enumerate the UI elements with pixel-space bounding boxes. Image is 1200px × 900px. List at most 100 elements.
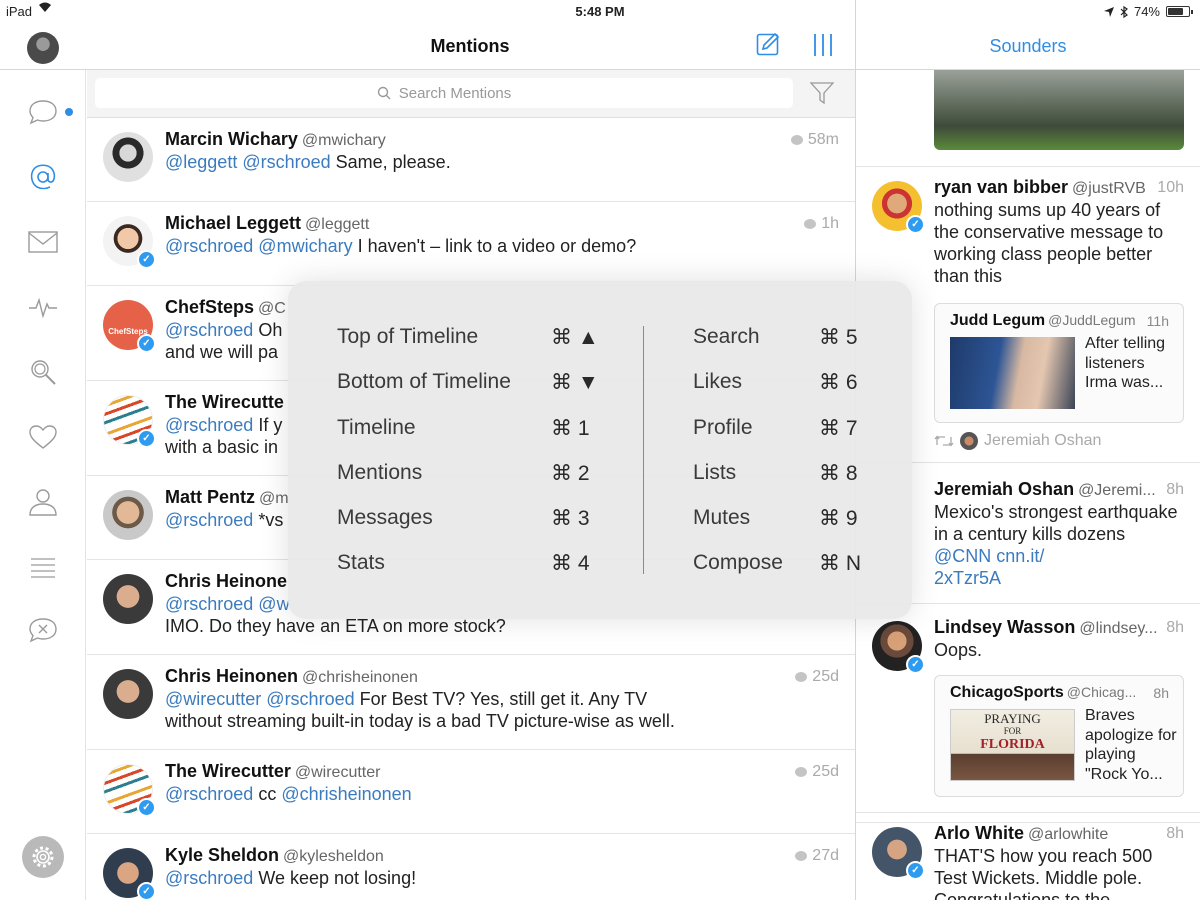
shortcut-label: Mutes — [693, 506, 751, 530]
quoted-time: 11h — [1146, 313, 1169, 329]
sidebar-item-likes[interactable] — [28, 422, 58, 452]
author-name[interactable]: ryan van bibber — [934, 177, 1068, 197]
shortcut-key: ⌘ 4 — [551, 552, 590, 576]
shortcut-row: Compose ⌘ N — [693, 551, 873, 596]
sidebar-item-lists[interactable] — [28, 552, 58, 582]
tweet-time: 8h — [1166, 481, 1184, 498]
speech-bubble-icon — [29, 100, 57, 125]
verified-badge-icon: ✓ — [906, 655, 925, 674]
tweet-time: 10h — [1157, 179, 1184, 196]
quoted-tweet[interactable]: Judd Legum @JuddLegum 11h After telling l… — [934, 303, 1184, 423]
shortcut-row: Bottom of Timeline ⌘ ▼ — [337, 370, 607, 415]
media-thumbnail[interactable] — [934, 70, 1184, 150]
shortcut-label: Lists — [693, 460, 737, 484]
compose-icon[interactable] — [756, 32, 780, 56]
shortcut-key: ⌘ 7 — [819, 416, 858, 440]
quoted-media[interactable]: PRAYING FOR FLORIDA — [950, 709, 1075, 781]
author-name[interactable]: Lindsey Wasson — [934, 617, 1075, 637]
shortcut-label: Likes — [693, 370, 743, 394]
author-name[interactable]: Michael Leggett — [165, 213, 301, 233]
tweet-time: 1h — [804, 215, 839, 233]
sidebar-item-search[interactable] — [28, 357, 58, 387]
tweet-row[interactable]: Marcin Wichary @mwichary 58m @leggett @rs… — [87, 118, 855, 202]
verified-badge-icon: ✓ — [137, 334, 156, 353]
right-column-title[interactable]: Sounders — [856, 24, 1200, 57]
shortcut-key: ⌘ N — [819, 552, 861, 576]
pulse-icon — [29, 297, 57, 319]
status-bar: iPad 5:48 PM 74% — [0, 0, 1200, 24]
shortcut-label: Compose — [693, 551, 783, 575]
battery-icon — [1166, 6, 1193, 17]
avatar[interactable] — [103, 669, 153, 719]
sidebar — [0, 70, 86, 900]
shortcut-label: Search — [693, 325, 760, 348]
author-name[interactable]: Kyle Sheldon — [165, 845, 279, 865]
verified-badge-icon: ✓ — [906, 215, 925, 234]
tweet-row[interactable]: ✓ Arlo White @arlowhite 8h THAT'S how you… — [856, 813, 1200, 900]
bluetooth-icon — [1120, 5, 1128, 18]
author-name[interactable]: ChefSteps — [165, 297, 254, 317]
author-name[interactable]: Matt Pentz — [165, 487, 255, 507]
author-name[interactable]: Jeremiah Oshan — [934, 479, 1074, 499]
retweeted-by[interactable]: Jeremiah Oshan — [934, 432, 1101, 450]
sidebar-item-messages[interactable] — [28, 227, 58, 257]
envelope-icon — [28, 231, 58, 253]
author-name[interactable]: Arlo White — [934, 823, 1024, 843]
filter-icon[interactable] — [809, 80, 835, 106]
author-name[interactable]: The Wirecutte — [165, 392, 284, 412]
tweet-row[interactable]: ✓ Kyle Sheldon @kylesheldon 27d @rschroed… — [87, 834, 855, 900]
sidebar-item-mentions[interactable] — [28, 162, 58, 192]
author-name[interactable]: Chris Heinonen — [165, 666, 298, 686]
tweet-text: nothing sums up 40 years of the conserva… — [934, 200, 1164, 286]
search-bar: Search Mentions — [87, 70, 855, 118]
shortcut-key: ⌘ 1 — [551, 416, 590, 440]
shortcut-label: Messages — [337, 506, 433, 530]
search-icon — [377, 86, 391, 100]
shortcut-row: Search ⌘ 5 — [693, 325, 873, 370]
columns-icon[interactable] — [812, 33, 834, 57]
shortcuts-divider — [643, 326, 644, 574]
sidebar-item-activity[interactable] — [28, 292, 58, 322]
quoted-text: After telling listeners Irma was... — [1085, 335, 1166, 391]
tweet-time: 27d — [795, 847, 839, 865]
shortcut-row: Messages ⌘ 3 — [337, 506, 607, 551]
quoted-tweet[interactable]: ChicagoSports @Chicag... 8h PRAYING FOR F… — [934, 675, 1184, 797]
shortcut-row: Lists ⌘ 8 — [693, 461, 873, 506]
tweet-row[interactable]: ✓ The Wirecutter @wirecutter 25d @rschroe… — [87, 750, 855, 834]
shortcut-key: ⌘ 8 — [819, 461, 858, 485]
quoted-author-name: ChicagoSports — [950, 684, 1064, 701]
author-handle: @justRVB — [1072, 180, 1146, 197]
avatar[interactable] — [103, 574, 153, 624]
shortcut-key: ⌘ ▲ — [551, 326, 599, 349]
shortcuts-right-column: Search ⌘ 5 Likes ⌘ 6 Profile ⌘ 7 Lists ⌘ 8 Mutes… — [693, 325, 873, 597]
tweet-text: @rschroed cc @chrisheinonen — [165, 784, 412, 804]
shortcut-row: Likes ⌘ 6 — [693, 370, 873, 415]
sidebar-item-profile[interactable] — [28, 487, 58, 517]
author-handle: @lindsey... — [1079, 620, 1158, 637]
avatar[interactable] — [103, 490, 153, 540]
author-name[interactable]: Marcin Wichary — [165, 129, 298, 149]
author-name[interactable]: The Wirecutter — [165, 761, 291, 781]
tweet-row[interactable]: ✓ Lindsey Wasson @lindsey... 8h Oops. Chi… — [856, 607, 1200, 823]
sidebar-item-timeline[interactable] — [28, 97, 58, 127]
shortcut-label: Bottom of Timeline — [337, 370, 511, 394]
shortcut-label: Stats — [337, 551, 385, 575]
author-name[interactable]: Chris Heinone — [165, 571, 287, 591]
unread-dot — [65, 108, 73, 116]
quoted-media[interactable] — [950, 337, 1075, 409]
shortcuts-left-column: Top of Timeline ⌘ ▲ Bottom of Timeline ⌘ ▼ T… — [337, 325, 607, 597]
right-column-navbar: Sounders — [856, 24, 1200, 70]
tweet-text: @leggett @rschroed Same, please. — [165, 152, 451, 172]
quoted-text: Braves apologize for playing "Rock Yo... — [1085, 707, 1177, 783]
search-input[interactable]: Search Mentions — [95, 78, 793, 108]
shortcut-label: Profile — [693, 415, 753, 439]
shortcut-key: ⌘ 5 — [819, 326, 858, 349]
avatar[interactable] — [103, 132, 153, 182]
author-handle: @mwichary — [301, 132, 386, 149]
tweet-row[interactable]: ✓ Michael Leggett @leggett 1h @rschroed @… — [87, 202, 855, 286]
author-handle: @kylesheldon — [283, 848, 384, 865]
quoted-time: 8h — [1153, 685, 1169, 701]
sidebar-item-mutes[interactable] — [28, 615, 58, 645]
settings-button[interactable] — [22, 836, 64, 878]
tweet-row[interactable]: Chris Heinonen @chrisheinonen 25d @wirecu… — [87, 655, 855, 750]
